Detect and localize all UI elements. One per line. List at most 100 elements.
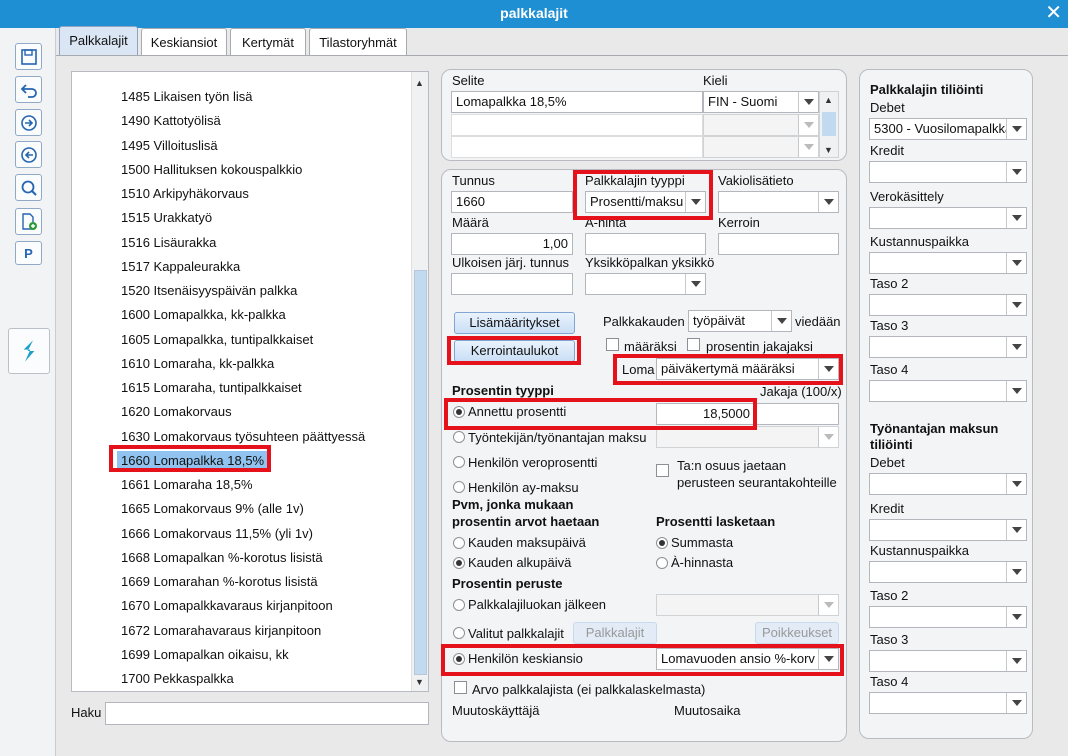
tyontekija-maksu-radio[interactable] [453, 431, 465, 443]
ta-taso3-select[interactable] [869, 650, 1027, 672]
kauden-maksupaiva-radio[interactable] [453, 537, 465, 549]
scroll-thumb[interactable] [822, 112, 836, 136]
selite-input-3[interactable] [451, 136, 703, 158]
list-item[interactable]: 1510 Arkipyhäkorvaus [121, 184, 249, 204]
veroprosentti-radio[interactable] [453, 456, 465, 468]
lisamaaritykset-button[interactable]: Lisämääritykset [454, 312, 575, 334]
close-icon[interactable]: ✕ [1045, 2, 1062, 24]
luokan-jalkeen-select[interactable] [656, 594, 839, 616]
list-item[interactable]: 1665 Lomakorvaus 9% (alle 1v) [121, 499, 304, 519]
new-document-icon[interactable] [15, 208, 42, 235]
ta-debet-select[interactable] [869, 473, 1027, 495]
list-item[interactable]: 1630 Lomakorvaus työsuhteen päättyessä [121, 427, 365, 447]
chevron-down-icon[interactable] [1006, 119, 1026, 139]
valitut-radio[interactable] [453, 627, 465, 639]
vakio-select[interactable] [718, 191, 839, 213]
list-item[interactable]: 1495 Villoituslisä [121, 136, 218, 156]
list-item[interactable]: 1600 Lomapalkka, kk-palkka [121, 305, 286, 325]
previous-icon[interactable] [15, 141, 42, 168]
list-item[interactable]: 1490 Kattotyölisä [121, 111, 221, 131]
chevron-down-icon[interactable] [1006, 162, 1026, 182]
luokan-jalkeen-radio[interactable] [453, 599, 465, 611]
poikkeukset-button[interactable]: Poikkeukset [755, 622, 839, 644]
tunnus-input[interactable]: 1660 [451, 191, 573, 213]
list-item[interactable]: 1517 Kappaleurakka [121, 257, 240, 277]
maaraksi-checkbox[interactable] [606, 338, 619, 351]
list-scrollbar[interactable]: ▲ ▼ [411, 72, 428, 691]
scroll-down-icon[interactable]: ▼ [824, 145, 833, 155]
scroll-thumb[interactable] [414, 270, 427, 675]
list-item[interactable]: 1661 Lomaraha 18,5% [121, 475, 253, 495]
chevron-down-icon[interactable] [798, 137, 818, 157]
chevron-down-icon[interactable] [1006, 381, 1026, 401]
chevron-down-icon[interactable] [818, 427, 838, 447]
verokasittely-select[interactable] [869, 207, 1027, 229]
save-icon[interactable] [15, 43, 42, 70]
chevron-down-icon[interactable] [1006, 562, 1026, 582]
tab-keskiansiot[interactable]: Keskiansiot [141, 28, 227, 55]
kieli-select-3[interactable] [703, 136, 819, 158]
palkkalajit-button[interactable]: Palkkalajit [573, 622, 657, 644]
jakajaksi-checkbox[interactable] [687, 338, 700, 351]
list-item[interactable]: 1615 Lomaraha, tuntipalkkaiset [121, 378, 302, 398]
chevron-down-icon[interactable] [1006, 474, 1026, 494]
taso3-select[interactable] [869, 336, 1027, 358]
list-item[interactable]: 1485 Likaisen työn lisä [121, 87, 253, 107]
chevron-down-icon[interactable] [818, 595, 838, 615]
kredit-select[interactable] [869, 161, 1027, 183]
ta-kredit-select[interactable] [869, 519, 1027, 541]
list-item[interactable]: 1668 Lomapalkan %-korotus lisistä [121, 548, 323, 568]
ulkoinen-input[interactable] [451, 273, 573, 295]
chevron-down-icon[interactable] [1006, 253, 1026, 273]
osuus-checkbox[interactable] [656, 464, 669, 477]
app-logo-icon[interactable] [8, 328, 50, 374]
scroll-down-icon[interactable]: ▼ [415, 677, 424, 687]
maara-input[interactable]: 1,00 [451, 233, 573, 255]
chevron-down-icon[interactable] [798, 92, 818, 112]
list-item[interactable]: 1700 Pekkaspalkka [121, 669, 234, 689]
chevron-down-icon[interactable] [818, 192, 838, 212]
list-item[interactable]: 1699 Lomapalkan oikaisu, kk [121, 645, 289, 665]
search-icon[interactable] [15, 174, 42, 201]
kauden-alkupaiva-radio[interactable] [453, 557, 465, 569]
selite-scrollbar[interactable]: ▲ ▼ [819, 91, 839, 158]
list-item[interactable]: 1520 Itsenäisyyspäivän palkka [121, 281, 297, 301]
ta-kustannus-select[interactable] [869, 561, 1027, 583]
chevron-down-icon[interactable] [771, 311, 791, 331]
p-button[interactable]: P [15, 241, 42, 265]
list-item[interactable]: 1672 Lomarahavaraus kirjanpitoon [121, 621, 321, 641]
tab-kertymat[interactable]: Kertymät [230, 28, 306, 55]
selite-input-2[interactable] [451, 114, 703, 136]
palkkakauden-select[interactable]: työpäivät [688, 310, 792, 332]
chevron-down-icon[interactable] [1006, 337, 1026, 357]
list-item[interactable]: 1515 Urakkatyö [121, 208, 212, 228]
ahinta-input[interactable] [585, 233, 706, 255]
palkkalaji-list[interactable]: ▲ ▼ 1485 Likaisen työn lisä 1490 Kattotyö… [71, 71, 429, 692]
taso2-select[interactable] [869, 294, 1027, 316]
undo-icon[interactable] [15, 76, 42, 103]
chevron-down-icon[interactable] [1006, 607, 1026, 627]
ta-taso2-select[interactable] [869, 606, 1027, 628]
list-item[interactable]: 1605 Lomapalkka, tuntipalkkaiset [121, 330, 313, 350]
taso4-select[interactable] [869, 380, 1027, 402]
ahinnasta-radio[interactable] [656, 557, 668, 569]
ta-taso4-select[interactable] [869, 692, 1027, 714]
scroll-up-icon[interactable]: ▲ [415, 78, 424, 88]
debet-select[interactable]: 5300 - Vuosilomapalkka [869, 118, 1027, 140]
chevron-down-icon[interactable] [685, 274, 705, 294]
search-input[interactable] [105, 702, 429, 725]
kustannus-select[interactable] [869, 252, 1027, 274]
list-item[interactable]: 1666 Lomakorvaus 11,5% (yli 1v) [121, 524, 313, 544]
arvo-checkbox[interactable] [454, 681, 467, 694]
kieli-select-2[interactable] [703, 114, 819, 136]
tab-palkkalajit[interactable]: Palkkalajit [59, 26, 138, 55]
next-icon[interactable] [15, 109, 42, 136]
list-item[interactable]: 1516 Lisäurakka [121, 233, 216, 253]
list-item[interactable]: 1620 Lomakorvaus [121, 402, 232, 422]
kieli-select[interactable]: FIN - Suomi [703, 91, 819, 113]
chevron-down-icon[interactable] [1006, 693, 1026, 713]
ay-maksu-radio[interactable] [453, 481, 465, 493]
selite-input[interactable]: Lomapalkka 18,5% [451, 91, 703, 113]
chevron-down-icon[interactable] [1006, 651, 1026, 671]
list-item[interactable]: 1500 Hallituksen kokouspalkkio [121, 160, 302, 180]
